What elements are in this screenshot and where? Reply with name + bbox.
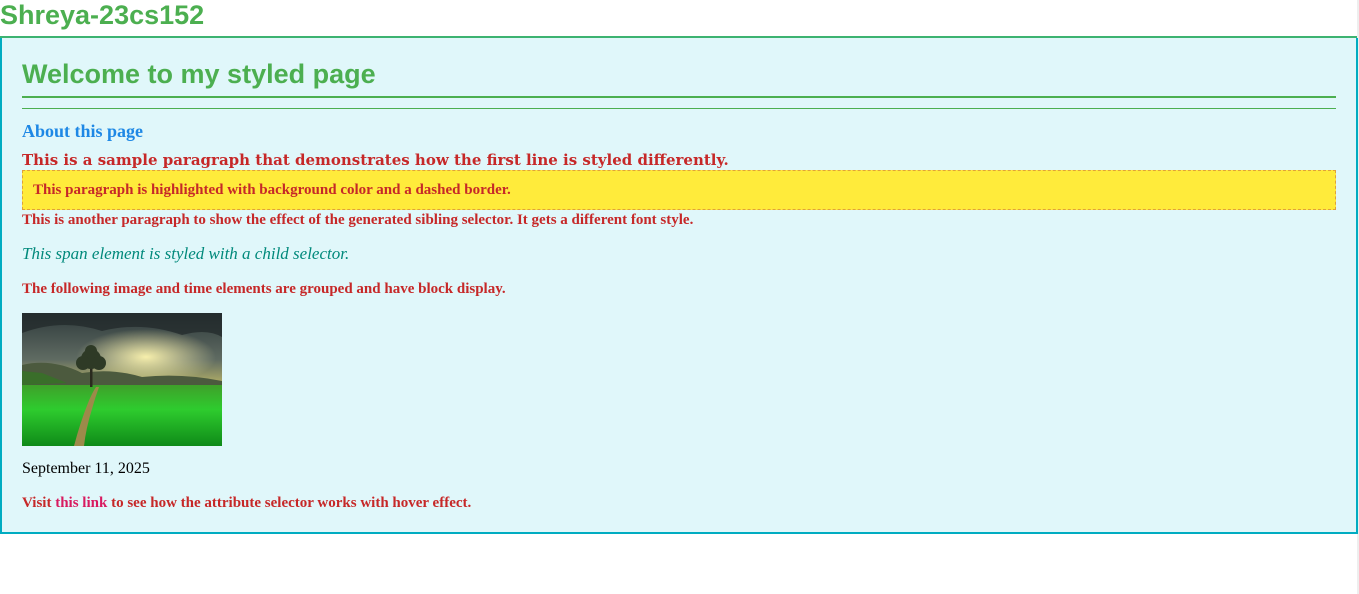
child-selector-span: This span element is styled with a child… bbox=[22, 244, 350, 263]
attribute-selector-link[interactable]: this link bbox=[55, 495, 107, 511]
link-prefix-text: Visit bbox=[22, 495, 56, 511]
landscape-image bbox=[22, 313, 222, 446]
first-line-paragraph: This is a sample paragraph that demonstr… bbox=[22, 151, 729, 169]
link-suffix-text: to see how the attribute selector works … bbox=[107, 495, 472, 511]
about-heading: About this page bbox=[22, 121, 144, 141]
time-element: September 11, 2025 bbox=[22, 460, 150, 477]
highlighted-paragraph-text: This paragraph is highlighted with backg… bbox=[33, 182, 511, 198]
page-heading: Welcome to my styled page bbox=[22, 59, 376, 89]
grouped-elements-paragraph: The following image and time elements ar… bbox=[22, 281, 506, 297]
site-title: Shreya-23cs152 bbox=[0, 0, 205, 30]
horizontal-rule bbox=[22, 108, 1336, 109]
sibling-paragraph: This is another paragraph to show the ef… bbox=[22, 212, 694, 228]
heading-underline bbox=[22, 96, 1336, 98]
styled-content-container: Welcome to my styled page About this pag… bbox=[0, 38, 1358, 534]
attribute-selector-paragraph: Visit this link to see how the attribute… bbox=[22, 493, 471, 513]
highlighted-paragraph: This paragraph is highlighted with backg… bbox=[22, 170, 1336, 210]
